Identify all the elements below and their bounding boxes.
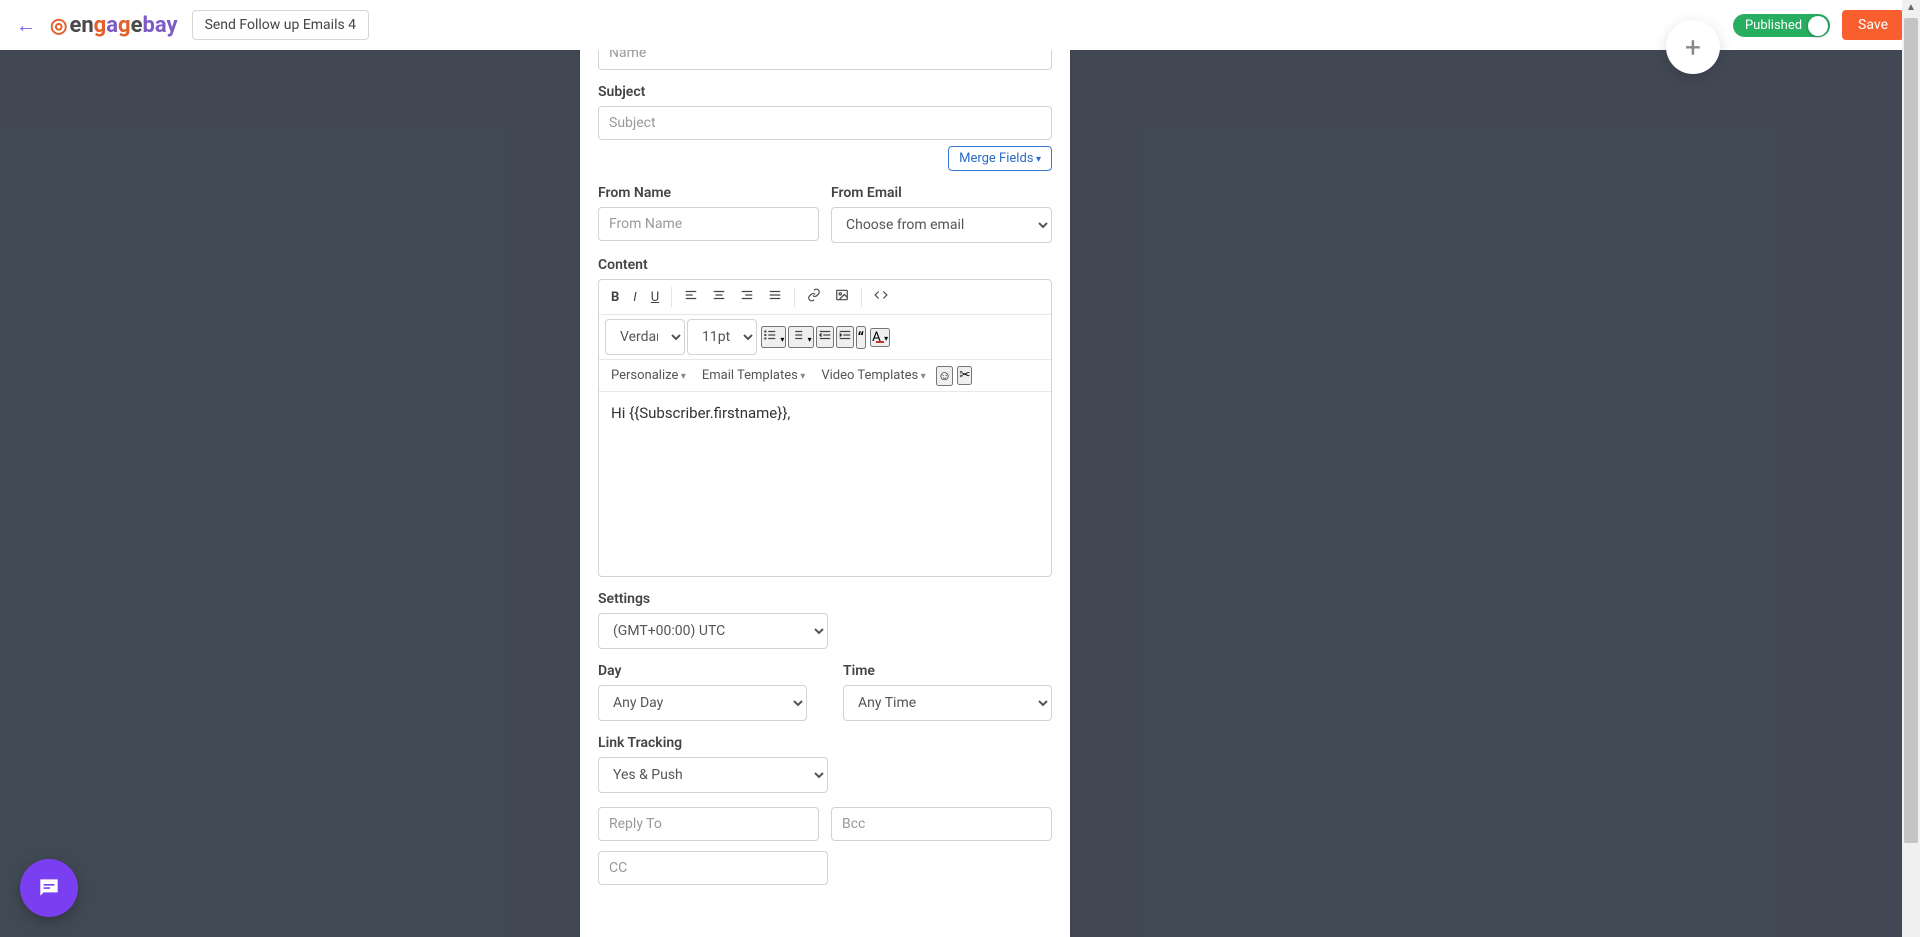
scroll-up-arrow[interactable]: ▲ [1902,2,1920,13]
link-tracking-select[interactable]: Yes & Push [598,757,828,793]
label-link-tracking: Link Tracking [598,735,1052,751]
label-day: Day [598,663,807,679]
label-time: Time [843,663,1052,679]
cc-input[interactable] [598,851,828,885]
align-center-button[interactable] [706,284,732,310]
published-toggle[interactable]: Published [1733,14,1830,37]
logo-text: en [69,13,93,38]
code-button[interactable] [868,284,894,310]
from-email-select[interactable]: Choose from email [831,207,1052,243]
font-size-select[interactable]: 11pt [687,319,757,355]
from-name-input[interactable] [598,207,819,241]
text-color-button[interactable]: A ▾ [870,328,890,347]
font-family-select[interactable]: Verdana [605,319,685,355]
chat-widget-button[interactable] [20,859,78,917]
editor-toolbar-row1: B I U [599,280,1051,315]
rich-text-editor: B I U Verdana 11pt ▾ ▾ “ A ▾ [598,279,1052,577]
scroll-thumb[interactable] [1904,18,1918,843]
brand-logo[interactable]: ◎ engagebay [50,13,178,38]
image-button[interactable] [829,284,855,310]
video-templates-menu[interactable]: Video Templates [815,364,931,387]
italic-button[interactable]: I [627,286,642,309]
reply-to-input[interactable] [598,807,819,841]
align-left-button[interactable] [678,284,704,310]
underline-button[interactable]: U [645,286,665,309]
timezone-select[interactable]: (GMT+00:00) UTC [598,613,828,649]
add-node-button[interactable]: + [1666,20,1720,74]
label-content: Content [598,257,1052,273]
subject-input[interactable] [598,106,1052,140]
logo-icon: ◎ [50,13,67,37]
editor-toolbar-row2: Verdana 11pt ▾ ▾ “ A ▾ [599,315,1051,360]
label-settings: Settings [598,591,1052,607]
save-button[interactable]: Save [1842,10,1904,40]
blockquote-button[interactable]: “ [856,326,866,349]
editor-body[interactable]: Hi {{Subscriber.firstname}}, [599,392,1051,576]
label-from-name: From Name [598,185,819,201]
outdent-button[interactable] [816,326,834,348]
numbered-list-button[interactable]: ▾ [788,326,813,348]
label-from-email: From Email [831,185,1052,201]
align-justify-button[interactable] [762,284,788,310]
time-select[interactable]: Any Time [843,685,1052,721]
app-header: ← ◎ engagebay Send Follow up Emails 4 Pu… [0,0,1920,50]
page-scrollbar[interactable]: ▲ [1902,0,1920,937]
indent-button[interactable] [836,326,854,348]
emoji-button[interactable]: ☺ [936,366,954,386]
bullet-list-button[interactable]: ▾ [761,326,786,348]
merge-fields-button[interactable]: Merge Fields [948,146,1052,171]
day-select[interactable]: Any Day [598,685,807,721]
personalize-menu[interactable]: Personalize [605,364,692,387]
label-subject: Subject [598,84,1052,100]
editor-toolbar-row3: Personalize Email Templates Video Templa… [599,360,1051,392]
link-button[interactable] [801,284,827,310]
back-arrow[interactable]: ← [16,13,36,38]
bold-button[interactable]: B [605,286,625,309]
email-templates-menu[interactable]: Email Templates [696,364,811,387]
align-right-button[interactable] [734,284,760,310]
cut-button[interactable]: ✂ [957,366,972,385]
automation-title[interactable]: Send Follow up Emails 4 [192,10,369,40]
bcc-input[interactable] [831,807,1052,841]
email-editor-panel: Email Name Subject Merge Fields From Nam… [580,0,1070,937]
